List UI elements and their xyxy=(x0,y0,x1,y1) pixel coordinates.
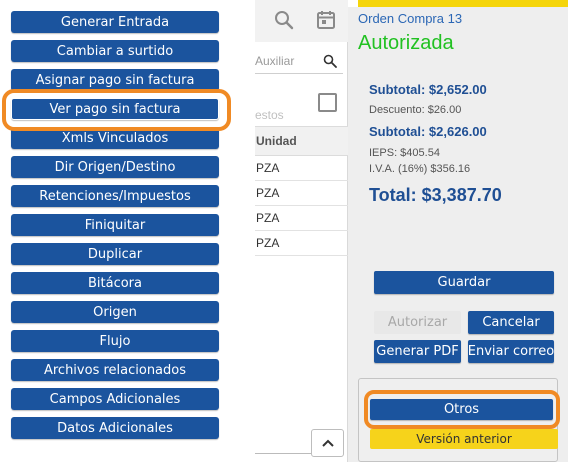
column-header-unidad[interactable]: Unidad xyxy=(255,126,348,156)
bottom-input[interactable] xyxy=(255,430,311,454)
cancelar-button[interactable]: Cancelar xyxy=(468,311,554,334)
menu-item-finiquitar[interactable]: Finiquitar xyxy=(11,214,219,236)
table-row[interactable]: PZA xyxy=(255,181,348,206)
auxiliar-search-input[interactable]: Auxiliar xyxy=(255,48,343,74)
actions-menu: Generar Entrada Cambiar a surtido Asigna… xyxy=(0,0,232,462)
ieps-text: IEPS: $405.54 xyxy=(369,147,440,159)
app-root: Generar Entrada Cambiar a surtido Asigna… xyxy=(0,0,568,462)
scroll-up-button[interactable] xyxy=(311,429,344,457)
items-grid: Auxiliar estos Unidad PZA PZA PZA PZA xyxy=(255,0,348,462)
menu-item-flujo[interactable]: Flujo xyxy=(11,330,219,352)
subtotal-after-discount: Subtotal: $2,626.00 xyxy=(369,124,487,139)
highlight-ring-menu-item xyxy=(2,89,231,131)
guardar-button[interactable]: Guardar xyxy=(374,271,554,294)
menu-item-asignar-pago-sin-factura[interactable]: Asignar pago sin factura xyxy=(11,69,219,91)
subtotal-before-discount: Subtotal: $2,652.00 xyxy=(369,82,487,97)
accent-bar xyxy=(358,0,568,7)
auxiliar-placeholder: Auxiliar xyxy=(255,53,295,68)
table-row[interactable]: PZA xyxy=(255,206,348,231)
menu-item-retenciones-impuestos[interactable]: Retenciones/Impuestos xyxy=(11,185,219,207)
autorizar-button[interactable]: Autorizar xyxy=(374,311,461,334)
status-label: Autorizada xyxy=(358,32,454,54)
search-small-icon[interactable] xyxy=(323,54,337,68)
iva-text: I.V.A. (16%) $356.16 xyxy=(369,163,471,175)
menu-item-archivos-relacionados[interactable]: Archivos relacionados xyxy=(11,359,219,381)
enviar-correo-button[interactable]: Enviar correo xyxy=(468,340,554,363)
order-title: Orden Compra 13 xyxy=(358,11,463,26)
version-anterior-button[interactable]: Versión anterior xyxy=(370,429,558,449)
calendar-icon[interactable] xyxy=(315,9,337,31)
grid-toolbar xyxy=(255,0,348,42)
menu-item-origen[interactable]: Origen xyxy=(11,301,219,323)
menu-item-duplicar[interactable]: Duplicar xyxy=(11,243,219,265)
panel-top-strip xyxy=(348,0,568,7)
table-row[interactable]: PZA xyxy=(255,156,348,181)
select-all-checkbox[interactable] xyxy=(318,93,337,112)
total-amount: Total: $3,387.70 xyxy=(369,185,502,205)
faded-label: estos xyxy=(255,108,284,122)
menu-item-dir-origen-destino[interactable]: Dir Origen/Destino xyxy=(11,156,219,178)
menu-item-bitacora[interactable]: Bitácora xyxy=(11,272,219,294)
generar-pdf-button[interactable]: Generar PDF xyxy=(374,340,461,363)
menu-item-datos-adicionales[interactable]: Datos Adicionales xyxy=(11,417,219,439)
menu-item-campos-adicionales[interactable]: Campos Adicionales xyxy=(11,388,219,410)
menu-item-cambiar-a-surtido[interactable]: Cambiar a surtido xyxy=(11,40,219,62)
chevron-up-icon xyxy=(321,439,334,447)
menu-item-generar-entrada[interactable]: Generar Entrada xyxy=(11,11,219,33)
table-row[interactable]: PZA xyxy=(255,231,348,256)
search-icon[interactable] xyxy=(273,9,295,31)
highlight-ring-otros xyxy=(364,390,560,429)
discount-text: Descuento: $26.00 xyxy=(369,104,462,116)
